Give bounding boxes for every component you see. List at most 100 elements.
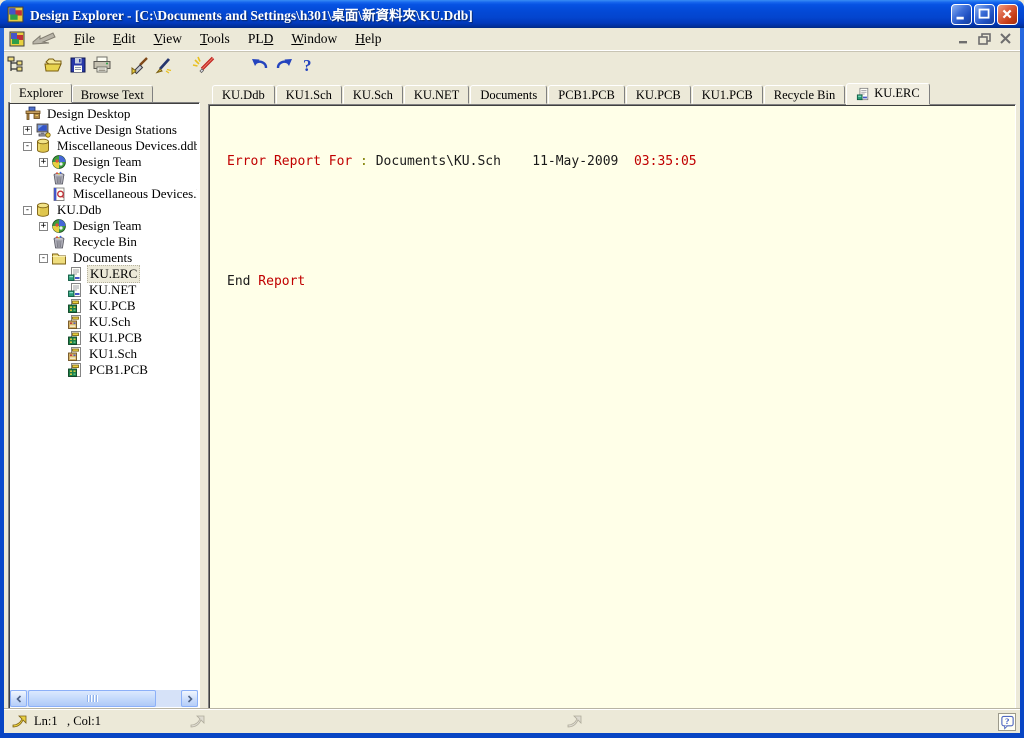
menu-edit[interactable]: Edit <box>104 29 145 49</box>
panel-tabs: Explorer Browse Text <box>8 82 200 102</box>
expand-toggle[interactable]: + <box>23 126 32 135</box>
save-button[interactable] <box>66 53 90 77</box>
wand-tool-button[interactable] <box>190 53 220 77</box>
explorer-toggle-icon <box>6 55 26 75</box>
tree-item-ku-sch[interactable]: KU.Sch <box>11 314 197 330</box>
status-help-button[interactable]: ? <box>998 713 1016 731</box>
pencil-tool-button[interactable] <box>152 53 176 77</box>
help-button[interactable]: ? <box>296 53 320 77</box>
expand-toggle[interactable]: - <box>23 142 32 151</box>
menu-file[interactable]: File <box>65 29 104 49</box>
menu-view[interactable]: View <box>145 29 191 49</box>
team-icon <box>51 154 67 170</box>
tree-item-recycle-bin[interactable]: Recycle Bin <box>11 234 197 250</box>
expand-toggle <box>55 318 64 327</box>
tree-item-documents-folder[interactable]: -Documents <box>11 250 197 266</box>
tree-item-misc-devices-lib[interactable]: Miscellaneous Devices.lib <box>11 186 197 202</box>
menu-pld[interactable]: PLD <box>239 29 283 49</box>
undo-button[interactable] <box>248 53 272 77</box>
menu-tools[interactable]: Tools <box>191 29 239 49</box>
redo-button[interactable] <box>272 53 296 77</box>
panel-swoosh-icon <box>567 715 585 729</box>
maximize-icon <box>975 5 994 24</box>
doc-tab-ku-sch[interactable]: KU.Sch <box>343 85 403 104</box>
expand-toggle[interactable]: - <box>39 254 48 263</box>
tree-item-recycle-bin[interactable]: Recycle Bin <box>11 170 197 186</box>
report-view[interactable]: Error Report For : Documents\KU.Sch11-Ma… <box>208 104 1016 709</box>
menu-help[interactable]: Help <box>346 29 390 49</box>
chevron-right-icon <box>186 695 194 703</box>
chevron-left-icon <box>15 695 23 703</box>
expand-toggle <box>39 190 48 199</box>
tree-item-ku-ddb[interactable]: -KU.Ddb <box>11 202 197 218</box>
doc-tab-documents[interactable]: Documents <box>470 85 547 104</box>
cursor-position: Ln:1 , Col:1 <box>34 714 101 729</box>
tab-browse-text[interactable]: Browse Text <box>72 85 153 102</box>
mdi-restore-button[interactable] <box>976 31 993 46</box>
doc-tab-pcb1-pcb[interactable]: PCB1.PCB <box>548 85 625 104</box>
maximize-button[interactable] <box>974 4 995 25</box>
pcb-document-icon <box>67 362 83 378</box>
schematic-document-icon <box>67 346 83 362</box>
tree-item-design-desktop[interactable]: Design Desktop <box>11 106 197 122</box>
pencil-tool-icon <box>154 55 174 75</box>
tree-item-misc-devices-ddb[interactable]: -Miscellaneous Devices.ddb <box>11 138 197 154</box>
doc-tab-recycle-bin[interactable]: Recycle Bin <box>764 85 845 104</box>
doc-tab-ku-erc-active[interactable]: KU.ERC <box>846 83 930 105</box>
expand-toggle <box>39 238 48 247</box>
tree-horizontal-scrollbar[interactable] <box>10 690 198 707</box>
tree-item-ku-net[interactable]: KU.NET <box>11 282 197 298</box>
minimize-button[interactable] <box>951 4 972 25</box>
scrollbar-thumb[interactable] <box>28 690 156 707</box>
explorer-toggle-button[interactable] <box>4 53 28 77</box>
expand-toggle[interactable] <box>13 110 22 119</box>
doc-tab-ku1-pcb[interactable]: KU1.PCB <box>692 85 763 104</box>
tree-item-active-design-stations[interactable]: +Active Design Stations <box>11 122 197 138</box>
print-icon <box>92 55 112 75</box>
report-document-icon <box>67 266 83 282</box>
mdi-close-button[interactable] <box>997 31 1014 46</box>
scroll-right-button[interactable] <box>181 690 198 707</box>
expand-toggle <box>55 366 64 375</box>
folder-icon <box>51 250 67 266</box>
report-end-line: EndReport <box>227 272 1013 292</box>
wand-tool-icon <box>192 55 218 75</box>
recycle-bin-icon <box>51 170 67 186</box>
tree-item-pcb1-pcb[interactable]: PCB1.PCB <box>11 362 197 378</box>
doc-tab-ku-net[interactable]: KU.NET <box>404 85 469 104</box>
doc-tab-ku1-sch[interactable]: KU1.Sch <box>276 85 342 104</box>
print-button[interactable] <box>90 53 114 77</box>
tree-item-ku1-sch[interactable]: KU1.Sch <box>11 346 197 362</box>
title-bar: Design Explorer - [C:\Documents and Sett… <box>0 0 1024 28</box>
team-icon <box>51 218 67 234</box>
tree-item-design-team[interactable]: +Design Team <box>11 154 197 170</box>
schematic-document-icon <box>67 314 83 330</box>
work-area: Explorer Browse Text Design Desktop +Act… <box>4 80 1020 709</box>
tab-explorer[interactable]: Explorer <box>10 83 72 103</box>
expand-toggle[interactable]: - <box>23 206 32 215</box>
expand-toggle[interactable]: + <box>39 222 48 231</box>
tree-item-ku-pcb[interactable]: KU.PCB <box>11 298 197 314</box>
mdi-minimize-button[interactable] <box>955 31 972 46</box>
open-document-button[interactable] <box>42 53 66 77</box>
document-tree: Design Desktop +Active Design Stations -… <box>11 106 197 689</box>
menu-window[interactable]: Window <box>282 29 346 49</box>
client-area: File Edit View Tools PLD Window Help <box>4 28 1020 733</box>
tree-item-ku1-pcb[interactable]: KU1.PCB <box>11 330 197 346</box>
app-logo-icon <box>7 6 24 23</box>
tree-item-ku-erc[interactable]: KU.ERC <box>11 266 197 282</box>
close-button[interactable] <box>997 4 1018 25</box>
knife-tool-button[interactable] <box>128 53 152 77</box>
help-icon: ? <box>298 55 318 75</box>
document-arrow-icon[interactable] <box>31 31 57 47</box>
report-header-line: Error Report For : Documents\KU.Sch11-Ma… <box>227 152 1013 172</box>
tree-item-design-team[interactable]: +Design Team <box>11 218 197 234</box>
scroll-left-button[interactable] <box>10 690 27 707</box>
status-bar: Ln:1 , Col:1 ? <box>4 709 1020 733</box>
scrollbar-track[interactable] <box>156 690 181 707</box>
expand-toggle[interactable]: + <box>39 158 48 167</box>
doc-tab-ku-ddb[interactable]: KU.Ddb <box>212 85 275 104</box>
app-window: Design Explorer - [C:\Documents and Sett… <box>0 0 1024 738</box>
doc-tab-ku-pcb[interactable]: KU.PCB <box>626 85 691 104</box>
library-icon <box>51 186 67 202</box>
